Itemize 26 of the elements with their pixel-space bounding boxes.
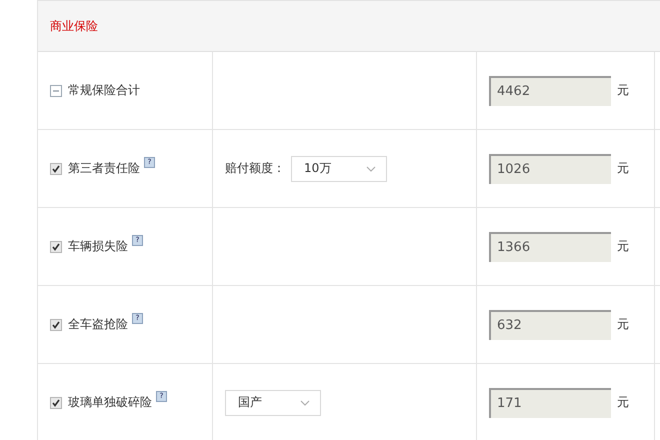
insurance-name: 玻璃单独破碎险 (68, 394, 152, 411)
unit-label: 元 (617, 316, 629, 333)
checkbox[interactable] (50, 162, 62, 174)
chevron-icon (366, 166, 376, 172)
checkbox[interactable] (50, 318, 62, 330)
unit-label: 元 (617, 394, 629, 411)
unit-label: 元 (617, 160, 629, 177)
unit-label: 元 (617, 82, 629, 99)
checkbox[interactable] (50, 396, 62, 408)
amount-field[interactable]: 1366 (489, 232, 611, 262)
insurance-name: 全车盗抢险 (68, 316, 128, 333)
collapse-icon[interactable] (50, 84, 62, 96)
amount-field[interactable]: 4462 (489, 76, 611, 106)
amount-field[interactable]: 632 (489, 310, 611, 340)
checkbox[interactable] (50, 240, 62, 252)
option-select[interactable]: 10万 (291, 156, 387, 182)
insurance-name: 常规保险合计 (68, 82, 140, 99)
insurance-name: 第三者责任险 (68, 160, 140, 177)
unit-label: 元 (617, 238, 629, 255)
option-select[interactable]: 国产 (225, 390, 321, 416)
insurance-name: 车辆损失险 (68, 238, 128, 255)
section-title: 商业保险 (50, 18, 98, 34)
chevron-icon (300, 400, 310, 406)
amount-field[interactable]: 171 (489, 388, 611, 418)
option-label: 赔付额度： (225, 160, 285, 177)
amount-field[interactable]: 1026 (489, 154, 611, 184)
